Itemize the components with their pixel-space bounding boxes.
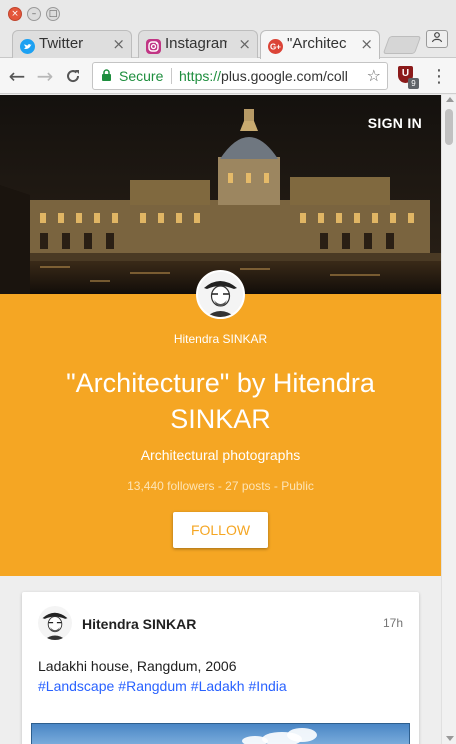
tab-title: Twitter <box>39 35 84 52</box>
window-minimize-button[interactable]: – <box>27 7 41 21</box>
post-photo[interactable] <box>31 723 410 744</box>
extension-shield-icon[interactable]: U 9 <box>398 66 419 89</box>
more-menu-icon[interactable]: ⋮ <box>430 63 448 89</box>
address-separator <box>171 68 172 84</box>
browser-toolbar: ← → Secure https://plus.google.com/coll … <box>0 58 456 94</box>
hashtag-link[interactable]: #Rangdum <box>118 678 187 694</box>
bookmark-star-icon[interactable]: ☆ <box>367 63 381 89</box>
post-card: Hitendra SINKAR 17h Ladakhi house, Rangd… <box>22 592 419 744</box>
tab-architecture[interactable]: G+ "Architec × <box>260 30 380 59</box>
tab-title: Instagram <box>165 35 227 52</box>
lock-icon <box>101 63 112 89</box>
scroll-down-arrow-icon[interactable] <box>446 736 454 741</box>
tab-instagram[interactable]: Instagram × <box>138 30 258 58</box>
svg-text:G+: G+ <box>270 43 281 52</box>
collection-description: Architectural photographs <box>140 447 301 463</box>
post-text: Ladakhi house, Rangdum, 2006 <box>38 658 237 674</box>
url-host-path: plus.google.com/coll <box>221 68 348 84</box>
sign-in-link[interactable]: SIGN IN <box>368 115 422 131</box>
author-avatar[interactable] <box>38 606 72 640</box>
avatar-portrait <box>198 272 243 317</box>
address-bar[interactable]: Secure https://plus.google.com/coll ☆ <box>92 62 388 90</box>
owner-avatar[interactable] <box>196 270 245 319</box>
secure-label: Secure <box>119 68 164 84</box>
page-scrollbar[interactable] <box>441 95 456 744</box>
instagram-icon <box>146 37 161 54</box>
url-text: https://plus.google.com/coll <box>179 63 359 89</box>
collection-title: "Architecture" by Hitendra SINKAR <box>66 368 375 434</box>
scroll-up-arrow-icon[interactable] <box>446 97 454 102</box>
post-timestamp[interactable]: 17h <box>383 616 403 630</box>
url-scheme: https:// <box>179 68 222 84</box>
close-icon[interactable]: × <box>360 31 373 57</box>
title-bar: × – □ <box>0 0 456 28</box>
browser-window: × – □ Twitter × Instagram × G+ "Architec… <box>0 0 456 744</box>
tab-strip: Twitter × Instagram × G+ "Architec × <box>0 28 456 59</box>
avatar-portrait <box>38 606 72 640</box>
photo-cloud <box>242 736 268 744</box>
hashtag-link[interactable]: #India <box>249 678 287 694</box>
hashtag-link[interactable]: #Landscape <box>38 678 114 694</box>
page-viewport: SIGN IN Hitendra SINKAR "Architecture" b… <box>0 95 441 744</box>
scrollbar-thumb[interactable] <box>445 109 453 145</box>
collection-stats: 13,440 followers - 27 posts - Public <box>127 479 314 493</box>
reload-icon[interactable] <box>60 63 86 89</box>
tab-twitter[interactable]: Twitter × <box>12 30 132 58</box>
extension-badge: 9 <box>408 78 419 89</box>
new-tab-button[interactable] <box>382 36 422 54</box>
window-close-button[interactable]: × <box>8 7 22 21</box>
close-icon[interactable]: × <box>112 31 125 57</box>
owner-name[interactable]: Hitendra SINKAR <box>0 332 441 346</box>
google-plus-icon: G+ <box>268 37 283 54</box>
profile-icon[interactable] <box>426 30 448 48</box>
back-arrow-icon[interactable]: ← <box>4 63 30 89</box>
window-maximize-button[interactable]: □ <box>46 7 60 21</box>
hashtag-link[interactable]: #Ladakh <box>191 678 245 694</box>
post-tags: #Landscape #Rangdum #Ladakh #India <box>38 678 291 694</box>
post-author[interactable]: Hitendra SINKAR <box>82 616 196 632</box>
twitter-icon <box>20 37 35 54</box>
forward-arrow-icon[interactable]: → <box>32 63 58 89</box>
photo-cloud <box>287 728 317 742</box>
follow-button[interactable]: FOLLOW <box>173 512 268 548</box>
tab-title: "Architec <box>287 35 347 52</box>
close-icon[interactable]: × <box>238 31 251 57</box>
cover-photo: SIGN IN <box>0 95 441 294</box>
